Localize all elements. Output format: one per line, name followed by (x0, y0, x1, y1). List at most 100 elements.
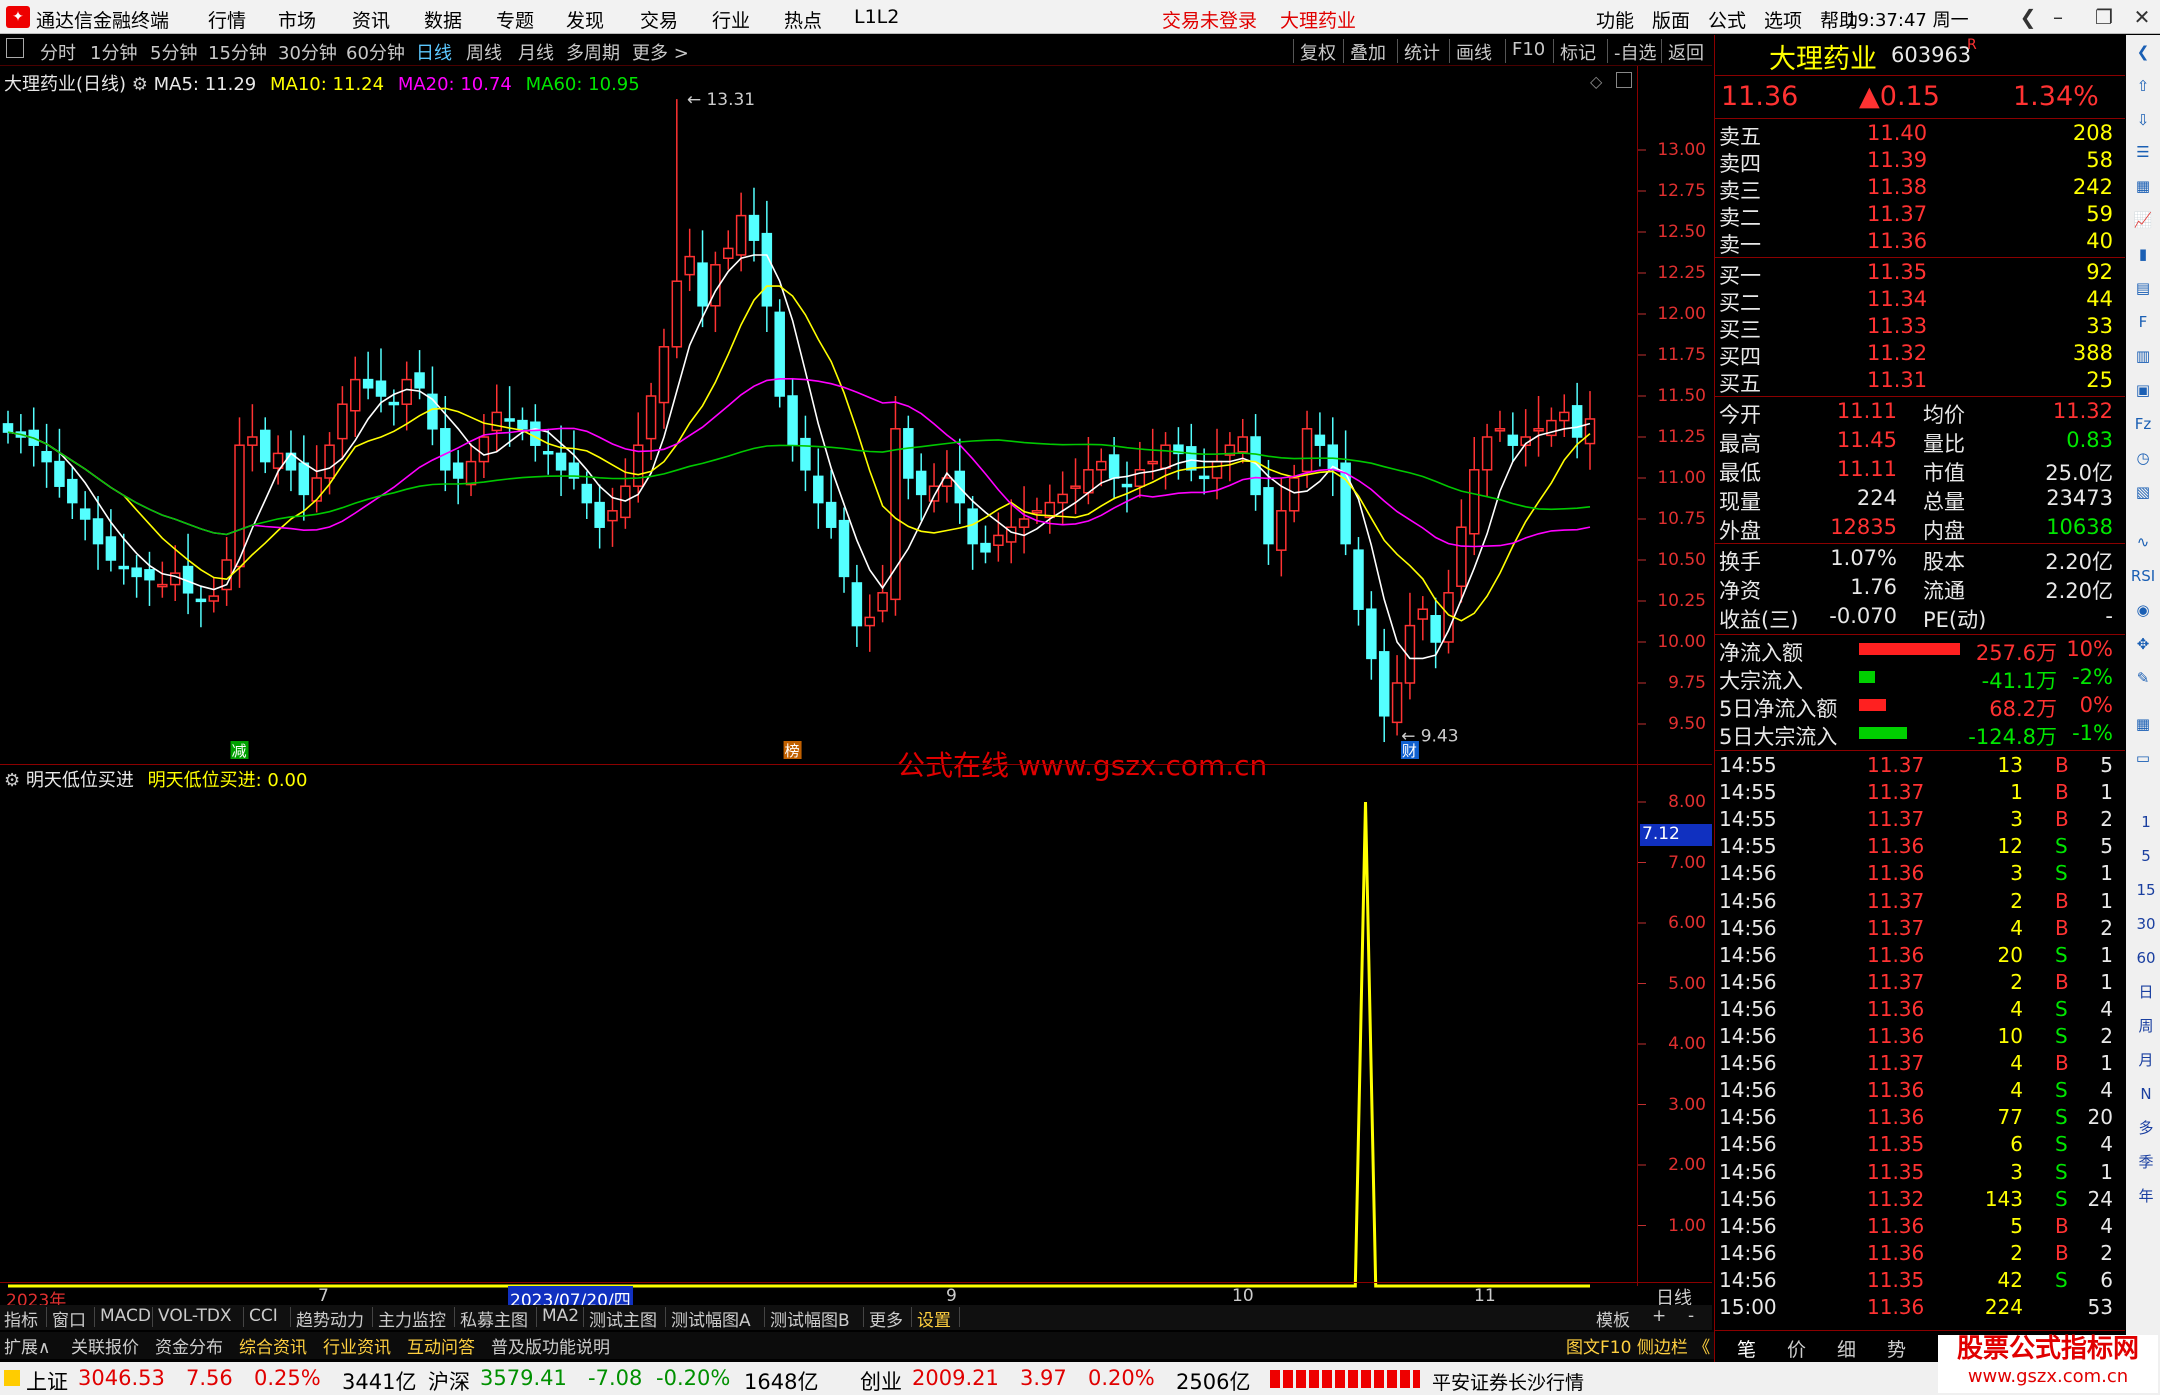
side-period-button[interactable]: 月 (2132, 1047, 2160, 1073)
indicator-tab[interactable]: 测试幅图A (671, 1306, 751, 1331)
indicator-tab[interactable]: 更多 (869, 1306, 903, 1331)
indicator-tab[interactable]: 设置 (917, 1306, 951, 1331)
menu-5[interactable]: 发现 (566, 6, 604, 33)
toolbar-action[interactable]: 叠加 (1350, 39, 1386, 65)
side-period-button[interactable]: N (2132, 1081, 2160, 1107)
side-period-button[interactable]: 年 (2132, 1183, 2160, 1209)
tab-icon[interactable]: ▭ (2129, 745, 2157, 771)
grid-icon[interactable]: ▦ (2129, 173, 2157, 199)
side-period-button[interactable]: 日 (2132, 979, 2160, 1005)
indicator-tab[interactable]: CCI (249, 1306, 278, 1326)
move-icon[interactable]: ✥ (2129, 631, 2157, 657)
fz-icon[interactable]: Fz (2129, 411, 2157, 437)
extension-tab[interactable]: 综合资讯 (239, 1333, 307, 1358)
trade-login-status[interactable]: 交易未登录 (1162, 6, 1257, 33)
f10-icon[interactable]: F (2129, 309, 2157, 335)
template-control[interactable]: 模板 (1596, 1306, 1630, 1331)
line-chart-icon[interactable]: 📈 (2129, 207, 2157, 233)
toolbar-action[interactable]: 画线 (1456, 39, 1492, 65)
toolbar-action[interactable]: 复权 (1300, 39, 1336, 65)
period-tab[interactable]: 5分钟 (150, 39, 197, 65)
rsi-icon[interactable]: RSI (2129, 563, 2157, 589)
indicator-tab[interactable]: VOL-TDX (158, 1306, 232, 1326)
indicator-tab[interactable]: 趋势动力 (296, 1306, 364, 1331)
menu-2[interactable]: 资讯 (352, 6, 390, 33)
template-control[interactable]: - (1688, 1306, 1694, 1326)
right-menu-3[interactable]: 选项 (1764, 6, 1802, 33)
close-icon[interactable]: ✕ (2128, 3, 2156, 31)
right-menu-2[interactable]: 公式 (1708, 6, 1746, 33)
period-tab[interactable]: 1分钟 (90, 39, 137, 65)
side-period-button[interactable]: 30 (2132, 911, 2160, 937)
right-menu-0[interactable]: 功能 (1596, 6, 1634, 33)
orderbook-row[interactable]: 买一 11.35 92 (1719, 260, 2119, 288)
side-period-button[interactable]: 周 (2132, 1013, 2160, 1039)
info-icon[interactable]: ▤ (2129, 275, 2157, 301)
toolbar-action[interactable]: 标记 (1560, 39, 1596, 65)
menu-4[interactable]: 专题 (496, 6, 534, 33)
period-tab[interactable]: 月线 (518, 39, 554, 65)
period-tab[interactable]: 更多 > (632, 39, 689, 65)
indicator-tab[interactable]: 主力监控 (378, 1306, 446, 1331)
indicator-tab[interactable]: 私募主图 (460, 1306, 528, 1331)
period-tab[interactable]: 30分钟 (278, 39, 337, 65)
menu-7[interactable]: 行业 (712, 6, 750, 33)
extension-tab[interactable]: 扩展∧ (4, 1333, 50, 1358)
side-period-button[interactable]: 多 (2132, 1115, 2160, 1141)
period-tab[interactable]: 多周期 (566, 39, 620, 65)
clock-icon[interactable]: ◷ (2129, 445, 2157, 471)
panel-tab[interactable]: 细 (1837, 1335, 1856, 1362)
table-icon[interactable]: ▥ (2129, 343, 2157, 369)
side-period-button[interactable]: 1 (2132, 809, 2160, 835)
orderbook-row[interactable]: 买五 11.31 25 (1719, 368, 2119, 396)
minimize-icon[interactable]: – (2044, 3, 2072, 31)
menu-3[interactable]: 数据 (424, 6, 462, 33)
toolbar-action[interactable]: 统计 (1404, 39, 1440, 65)
extension-tab[interactable]: 行业资讯 (323, 1333, 391, 1358)
period-tab[interactable]: 日线 (416, 39, 452, 65)
orderbook-row[interactable]: 卖二 11.37 59 (1719, 202, 2119, 230)
indicator-tab[interactable]: MA2 (542, 1306, 579, 1326)
template-control[interactable]: + (1652, 1306, 1666, 1326)
toggle-panel-icon[interactable] (6, 38, 24, 58)
extension-tab[interactable]: 普及版功能说明 (491, 1333, 610, 1358)
period-tab[interactable]: 15分钟 (208, 39, 267, 65)
f10-sidebar-link[interactable]: 图文F10 侧边栏 《 (1566, 1333, 1710, 1358)
side-period-button[interactable]: 5 (2132, 843, 2160, 869)
chart-area[interactable]: 大理药业(日线) ⚙ MA5: 11.29 MA10: 11.24 MA20: … (0, 66, 1712, 1311)
menu-6[interactable]: 交易 (640, 6, 678, 33)
right-menu-1[interactable]: 版面 (1652, 6, 1690, 33)
toolbar-action[interactable]: F10 (1512, 39, 1545, 60)
period-tab[interactable]: 60分钟 (346, 39, 405, 65)
back-icon[interactable]: ❮ (2014, 3, 2042, 31)
orderbook-row[interactable]: 买三 11.33 33 (1719, 314, 2119, 342)
side-period-button[interactable]: 60 (2132, 945, 2160, 971)
wave-icon[interactable]: ∿ (2129, 529, 2157, 555)
extension-tab[interactable]: 资金分布 (155, 1333, 223, 1358)
period-tab[interactable]: 周线 (466, 39, 502, 65)
restore-icon[interactable]: ❐ (2090, 3, 2118, 31)
alert-icon[interactable]: ◉ (2129, 597, 2157, 623)
panel-tab[interactable]: 价 (1787, 1335, 1806, 1362)
indicator-tab[interactable]: 测试幅图B (770, 1306, 850, 1331)
panel-tab[interactable]: 势 (1887, 1335, 1906, 1362)
candlestick-chart[interactable]: ← 13.31← 9.43减榜财 (0, 66, 1712, 766)
indicator-chart[interactable] (0, 766, 1712, 1346)
orderbook-row[interactable]: 买二 11.34 44 (1719, 287, 2119, 315)
toolbar-action[interactable]: -自选 (1614, 39, 1657, 65)
indicator-tab[interactable]: MACD (100, 1306, 151, 1326)
up-arrow-icon[interactable]: ⇧ (2129, 73, 2157, 99)
down-arrow-icon[interactable]: ⇩ (2129, 107, 2157, 133)
indicator-tab[interactable]: 测试主图 (589, 1306, 657, 1331)
indicator-tab[interactable]: 指标 (4, 1306, 38, 1331)
chart-bar-icon[interactable]: ▧ (2129, 479, 2157, 505)
orderbook-row[interactable]: 卖四 11.39 58 (1719, 148, 2119, 176)
menu-8[interactable]: 热点 (784, 6, 822, 33)
menu-9[interactable]: L1L2 (854, 6, 899, 28)
period-tab[interactable]: 分时 (40, 39, 76, 65)
list-icon[interactable]: ☰ (2129, 139, 2157, 165)
orderbook-row[interactable]: 卖三 11.38 242 (1719, 175, 2119, 203)
indicator-tab[interactable]: 窗口 (52, 1306, 86, 1331)
orderbook-row[interactable]: 买四 11.32 388 (1719, 341, 2119, 369)
pen-icon[interactable]: ✎ (2129, 665, 2157, 691)
